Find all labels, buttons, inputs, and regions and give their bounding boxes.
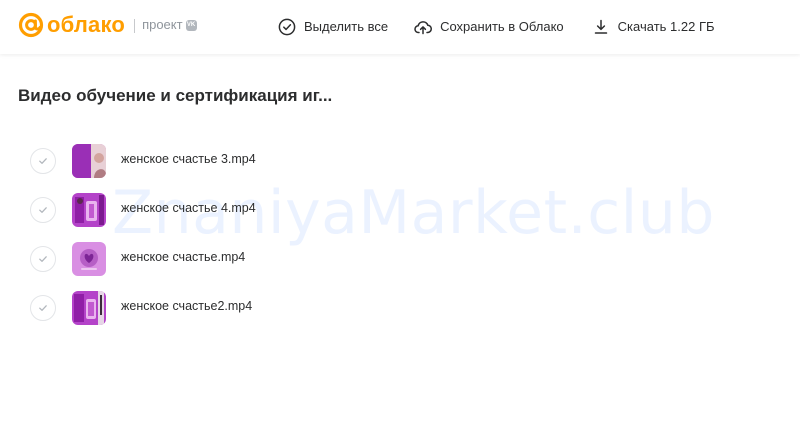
file-name[interactable]: женское счастье.mp4 bbox=[121, 250, 245, 264]
cloud-logo[interactable]: облако проект VK bbox=[18, 12, 197, 38]
file-row[interactable]: женское счастье 3.mp4 bbox=[30, 143, 430, 192]
file-row[interactable]: женское счастье2.mp4 bbox=[30, 290, 430, 339]
top-header: облако проект VK Выделить все Сохранить … bbox=[0, 0, 800, 54]
select-checkbox[interactable] bbox=[30, 246, 56, 272]
folder-title: Видео обучение и сертификация иг... bbox=[18, 86, 333, 105]
select-checkbox[interactable] bbox=[30, 197, 56, 223]
video-thumbnail[interactable] bbox=[72, 144, 106, 178]
video-thumbnail[interactable] bbox=[72, 242, 106, 276]
at-sign-logo-icon bbox=[18, 12, 44, 38]
check-icon bbox=[39, 305, 47, 311]
select-checkbox[interactable] bbox=[30, 148, 56, 174]
check-icon bbox=[39, 207, 47, 213]
logo-text: облако bbox=[47, 12, 126, 37]
save-to-cloud-label: Сохранить в Облако bbox=[440, 19, 564, 34]
check-icon bbox=[39, 158, 47, 164]
download-button[interactable]: Скачать 1.22 ГБ bbox=[592, 17, 715, 37]
video-thumbnail[interactable] bbox=[72, 193, 106, 227]
file-row[interactable]: женское счастье.mp4 bbox=[30, 241, 430, 290]
header-actions: Выделить все Сохранить в Облако Скачать … bbox=[278, 17, 715, 37]
project-label: проект bbox=[142, 17, 183, 32]
file-name[interactable]: женское счастье2.mp4 bbox=[121, 299, 252, 313]
select-all-button[interactable]: Выделить все bbox=[278, 17, 388, 37]
file-name[interactable]: женское счастье 4.mp4 bbox=[121, 201, 256, 215]
download-icon bbox=[594, 19, 607, 34]
check-circle-icon bbox=[278, 18, 296, 36]
save-to-cloud-button[interactable]: Сохранить в Облако bbox=[414, 17, 564, 37]
select-checkbox[interactable] bbox=[30, 295, 56, 321]
cloud-upload-icon bbox=[414, 21, 433, 35]
check-icon bbox=[39, 256, 47, 262]
file-row[interactable]: женское счастье 4.mp4 bbox=[30, 192, 430, 241]
file-name[interactable]: женское счастье 3.mp4 bbox=[121, 152, 256, 166]
file-list: женское счастье 3.mp4 женское счастье 4.… bbox=[30, 143, 430, 339]
download-label: Скачать 1.22 ГБ bbox=[617, 19, 715, 34]
cloud-public-folder-page: облако проект VK Выделить все Сохранить … bbox=[0, 0, 800, 429]
vk-icon: VK bbox=[185, 20, 197, 31]
logo-divider bbox=[134, 19, 136, 33]
select-all-label: Выделить все bbox=[304, 19, 389, 34]
video-thumbnail[interactable] bbox=[72, 291, 106, 325]
